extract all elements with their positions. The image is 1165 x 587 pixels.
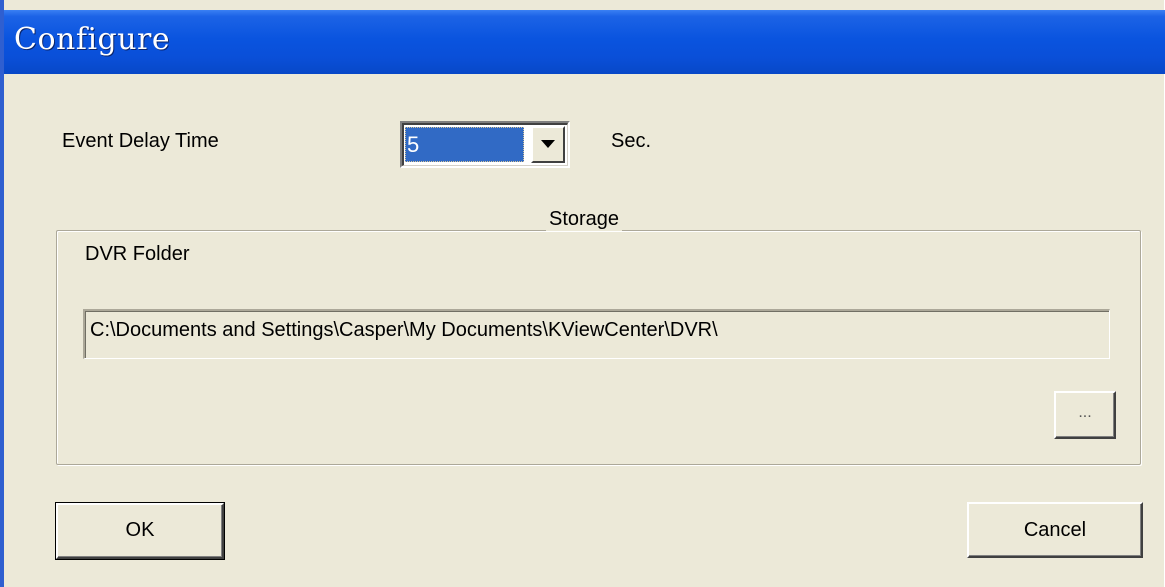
event-delay-label: Event Delay Time: [62, 130, 219, 152]
event-delay-value[interactable]: 5: [405, 127, 524, 162]
browse-folder-button[interactable]: ...: [1054, 391, 1116, 439]
event-delay-dropdown[interactable]: 5: [400, 121, 570, 168]
button-frame: [969, 504, 1141, 556]
chevron-down-icon: [541, 140, 555, 148]
storage-group-title: Storage: [546, 208, 623, 231]
cancel-button[interactable]: Cancel: [967, 502, 1143, 558]
window-title: Configure: [14, 22, 171, 57]
dvr-folder-path-field[interactable]: C:\Documents and Settings\Casper\My Docu…: [83, 309, 1110, 359]
event-delay-unit: Sec.: [611, 130, 652, 152]
button-frame: [1056, 393, 1114, 437]
dropdown-arrow-button[interactable]: [531, 126, 565, 163]
title-bar[interactable]: Configure: [4, 10, 1165, 74]
button-frame: [58, 505, 222, 557]
ok-button[interactable]: OK: [55, 502, 225, 560]
dvr-folder-label: DVR Folder: [85, 243, 190, 265]
configure-dialog: Configure Event Delay Time 5 Sec. Storag…: [0, 0, 1165, 587]
dvr-folder-path-text: C:\Documents and Settings\Casper\My Docu…: [90, 319, 718, 341]
